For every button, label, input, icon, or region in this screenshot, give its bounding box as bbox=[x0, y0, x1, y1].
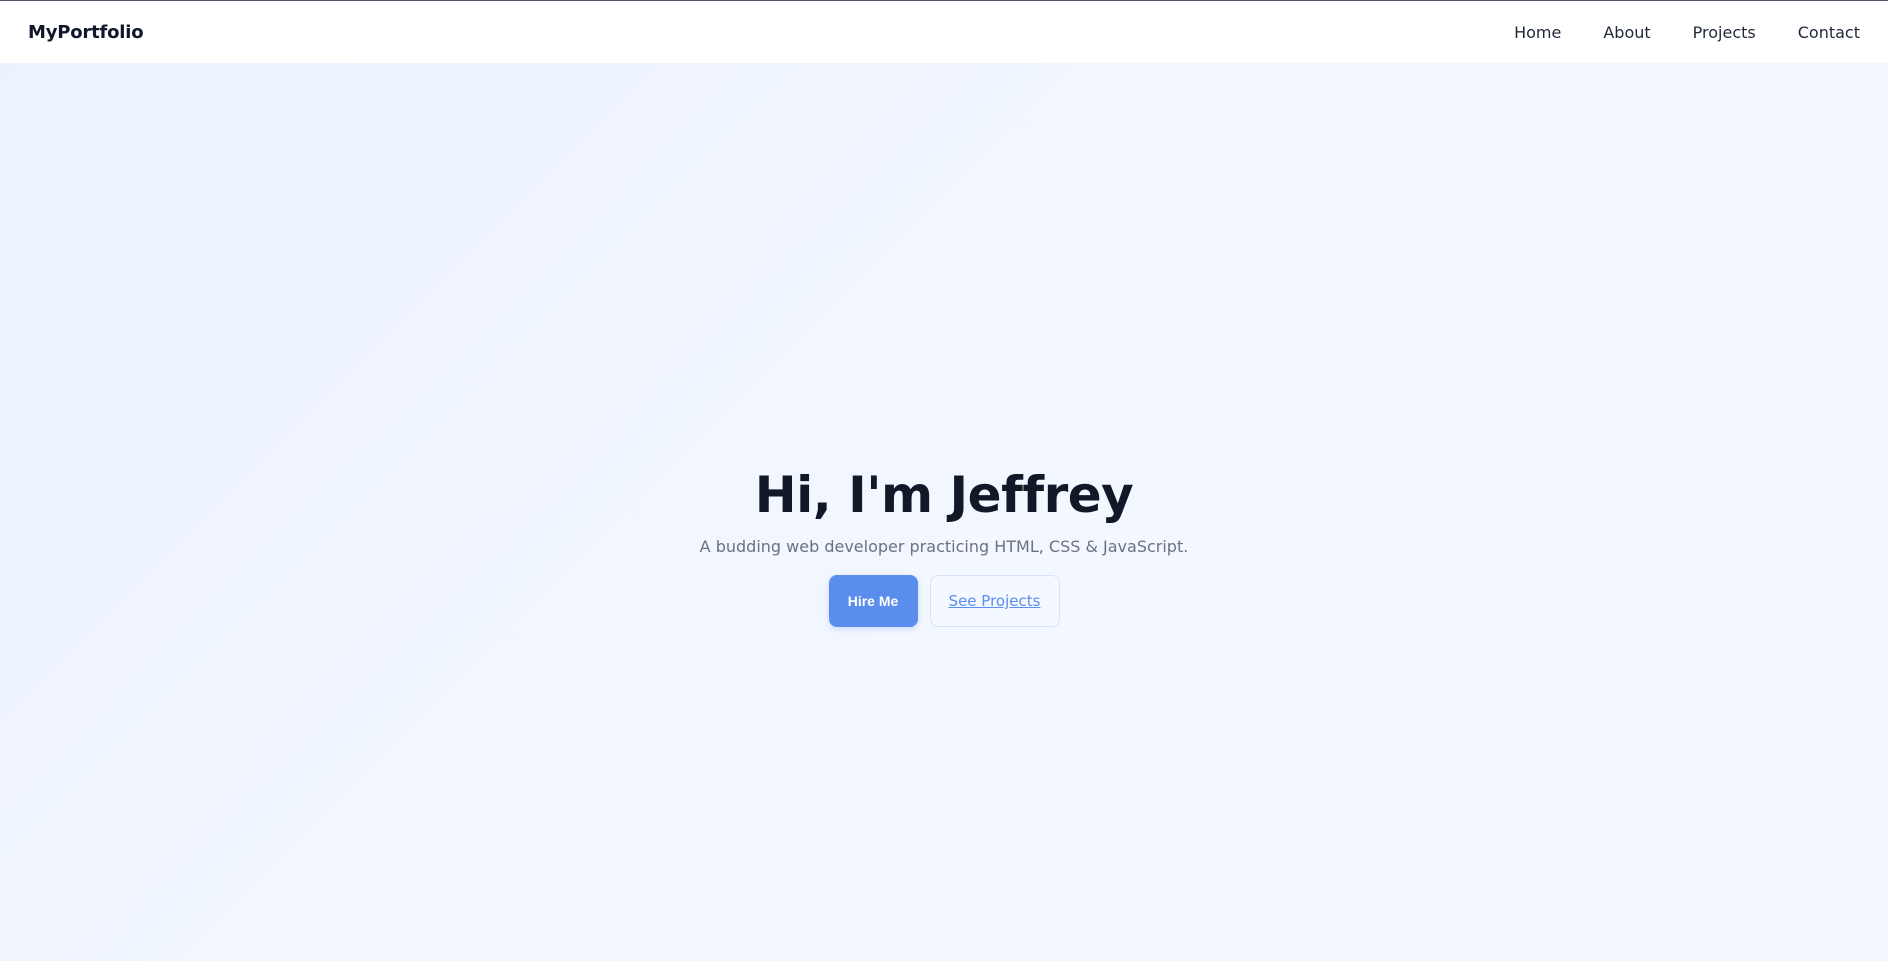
hero-subtitle: A budding web developer practicing HTML,… bbox=[699, 537, 1189, 556]
see-projects-button[interactable]: See Projects bbox=[929, 575, 1060, 627]
nav-link-projects[interactable]: Projects bbox=[1693, 23, 1756, 42]
hero-title: Hi, I'm Jeffrey bbox=[754, 466, 1134, 524]
brand-logo[interactable]: MyPortfolio bbox=[28, 22, 144, 43]
nav-link-home[interactable]: Home bbox=[1514, 23, 1561, 42]
hero-actions: Hire Me See Projects bbox=[828, 575, 1060, 627]
nav-links: Home About Projects Contact bbox=[1514, 23, 1860, 42]
hire-me-button[interactable]: Hire Me bbox=[828, 575, 918, 627]
nav-link-about[interactable]: About bbox=[1603, 23, 1650, 42]
hero-section: Hi, I'm Jeffrey A budding web developer … bbox=[0, 63, 1888, 961]
navbar: MyPortfolio Home About Projects Contact bbox=[0, 0, 1888, 63]
nav-link-contact[interactable]: Contact bbox=[1798, 23, 1860, 42]
